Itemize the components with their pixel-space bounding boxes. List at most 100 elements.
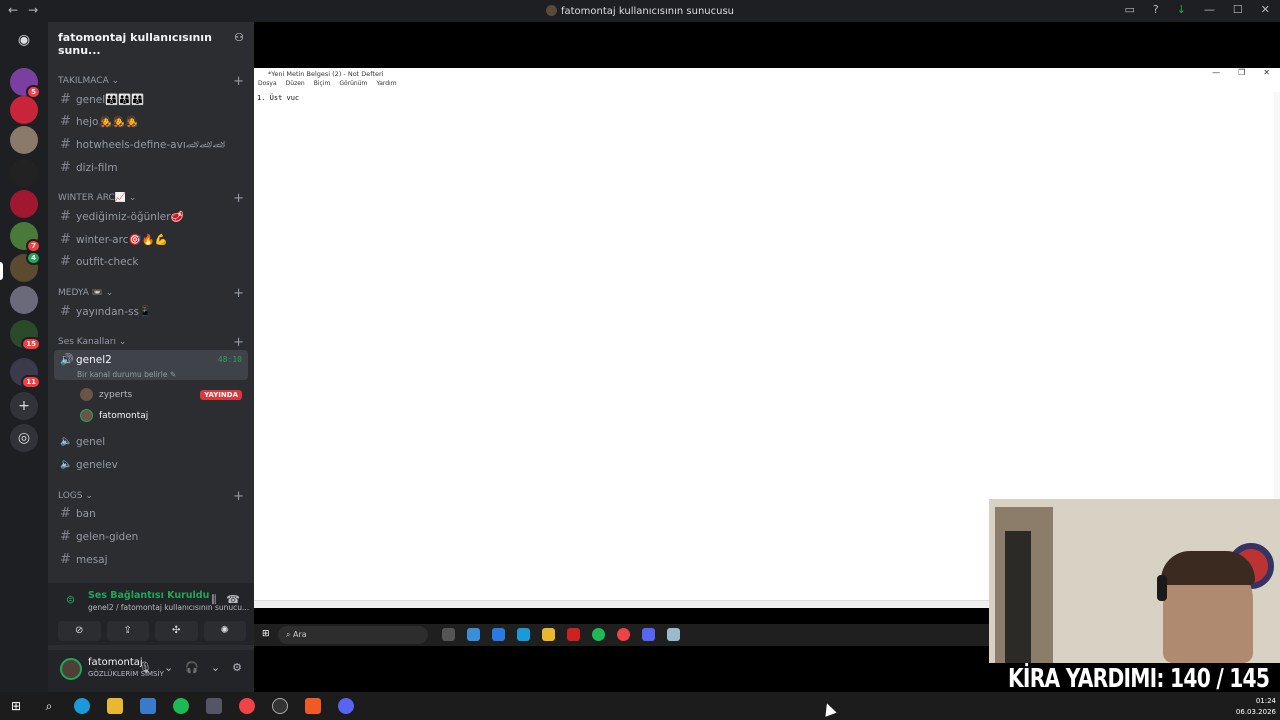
help-icon[interactable]: ?: [1153, 3, 1159, 16]
category-takilmaca[interactable]: TAKILMACA ⌄ +: [58, 74, 244, 89]
server-icon[interactable]: [10, 96, 38, 124]
category-logs[interactable]: LOGS ⌄ +: [58, 489, 244, 504]
gear-icon[interactable]: ⚙: [232, 661, 242, 674]
add-channel-icon[interactable]: +: [233, 489, 244, 504]
avatar: [80, 409, 93, 422]
disconnect-icon[interactable]: ☎: [226, 593, 240, 607]
voice-channel-genelev[interactable]: 🔈 genelev: [54, 455, 248, 475]
add-member-icon[interactable]: ⚇: [234, 31, 244, 45]
server-icon[interactable]: 7: [10, 222, 41, 253]
server-icon[interactable]: [10, 159, 38, 187]
app-icon[interactable]: [140, 698, 156, 714]
inbox-icon[interactable]: ▭: [1124, 3, 1134, 16]
server-icon[interactable]: [10, 286, 38, 314]
minimize-icon[interactable]: —: [1204, 3, 1215, 16]
menu-gorunum: Görünüm: [339, 80, 368, 87]
notepad-menu: Dosya Düzen Biçim Görünüm Yardım: [254, 80, 1280, 90]
user-panel: fatomontaj GÖZLÜKLERİM SİMSİY 🎙 ⌄ 🎧 ⌄ ⚙: [48, 650, 254, 692]
avatar[interactable]: [60, 658, 82, 680]
copilot-icon: [467, 628, 480, 641]
add-channel-icon[interactable]: +: [233, 286, 244, 301]
menu-duzen: Düzen: [285, 80, 305, 87]
search-icon[interactable]: ⌕: [41, 698, 57, 714]
obs-icon[interactable]: [272, 698, 288, 714]
spotify-icon[interactable]: [173, 698, 189, 714]
explore-icon[interactable]: ◎: [10, 424, 38, 452]
add-channel-icon[interactable]: +: [233, 74, 244, 89]
edge-icon[interactable]: [74, 698, 90, 714]
maximize-icon[interactable]: ☐: [1233, 3, 1243, 16]
username[interactable]: fatomontaj: [88, 657, 143, 668]
channel-mesaj[interactable]: # mesaj: [54, 550, 248, 570]
system-clock[interactable]: 01:24 06.03.2026: [1236, 696, 1276, 718]
noise-suppression-icon[interactable]: ⫼: [211, 593, 216, 607]
chrome-icon[interactable]: [239, 698, 255, 714]
screen-share-button[interactable]: ⇪: [106, 621, 149, 641]
category-ses-kanallari[interactable]: Ses Kanalları ⌄ +: [58, 335, 244, 350]
chevron-down-icon[interactable]: ⌄: [164, 661, 173, 674]
unread-badge: 15: [21, 337, 41, 351]
discord-icon[interactable]: [338, 698, 354, 714]
server-header[interactable]: fatomontaj kullanıcısının sunu... ⚇: [48, 22, 254, 57]
channel-dizi-film[interactable]: # dizi-film: [54, 158, 248, 178]
live-badge: YAYINDA: [200, 389, 242, 400]
server-icon[interactable]: [10, 190, 38, 218]
folder-icon: [542, 628, 555, 641]
channel-hejo[interactable]: # hejo🧑‍🎤🧑‍🎤🧑‍🎤: [54, 112, 248, 132]
discord-icon: [642, 628, 655, 641]
activities-button[interactable]: ✣: [155, 621, 198, 641]
chevron-down-icon[interactable]: ⌄: [211, 661, 220, 674]
windows-start-icon[interactable]: ⊞: [8, 698, 24, 714]
channel-status-hint[interactable]: Bir kanal durumu belirle ✎: [77, 370, 176, 379]
category-medya[interactable]: MEDYA 📼 ⌄ +: [58, 286, 244, 301]
server-icon[interactable]: 11: [10, 358, 41, 389]
folder-icon[interactable]: [107, 698, 123, 714]
voice-status[interactable]: Ses Bağlantısı Kuruldu: [88, 590, 209, 601]
signal-icon[interactable]: ⊜: [66, 593, 75, 606]
menu-bicim: Biçim: [313, 80, 331, 87]
discord-home-icon[interactable]: ◉: [10, 26, 38, 54]
close-icon[interactable]: ✕: [1261, 3, 1270, 16]
server-icon: [545, 5, 557, 16]
channel-genel[interactable]: # genel👨‍👩‍👦👨‍👩‍👦👨‍👩‍👦: [54, 90, 248, 110]
server-icon[interactable]: 15: [10, 320, 41, 351]
brave-icon[interactable]: [305, 698, 321, 714]
server-icon[interactable]: 4: [10, 251, 41, 282]
soundboard-button[interactable]: ✺: [203, 621, 246, 641]
voice-channel-genel[interactable]: 🔈 genel: [54, 432, 248, 452]
channel-gelen-giden[interactable]: # gelen-giden: [54, 527, 248, 547]
microphone-icon[interactable]: 🎙: [138, 661, 152, 674]
hash-icon: #: [60, 529, 71, 544]
add-channel-icon[interactable]: +: [233, 335, 244, 350]
server-icon[interactable]: 5: [10, 68, 41, 99]
server-icon[interactable]: [10, 126, 38, 154]
channel-yedigimiz[interactable]: # yediğimiz-öğünler🥩: [54, 207, 248, 227]
stream-view[interactable]: *Yeni Metin Belgesi (2) - Not Defteri — …: [254, 22, 1280, 692]
camera-off-button[interactable]: ⊘: [58, 621, 101, 641]
minimize-icon: —: [1212, 68, 1221, 77]
channel-outfit-check[interactable]: # outfit-check: [54, 252, 248, 272]
notepad-title: *Yeni Metin Belgesi (2) - Not Defteri: [268, 70, 384, 78]
channel-yayindan-ss[interactable]: # yayından-ss📱: [54, 302, 248, 322]
voice-action-buttons: ⊘ ⇪ ✣ ✺: [58, 621, 246, 641]
add-channel-icon[interactable]: +: [233, 191, 244, 206]
notepad-title-bar: *Yeni Metin Belgesi (2) - Not Defteri — …: [254, 68, 1280, 80]
voice-user-zyperts[interactable]: zyperts YAYINDA: [80, 388, 242, 401]
channel-winter-arc[interactable]: # winter-arc🎯🔥💪: [54, 230, 248, 250]
headphones-icon[interactable]: 🎧: [185, 661, 199, 674]
hash-icon: #: [60, 160, 71, 175]
calculator-icon[interactable]: [206, 698, 222, 714]
menu-dosya: Dosya: [258, 80, 277, 87]
category-winter-arc[interactable]: WINTER ARC📈 ⌄ +: [58, 191, 244, 206]
hash-icon: #: [60, 232, 71, 247]
download-icon[interactable]: ↓: [1177, 3, 1186, 16]
add-server-icon[interactable]: +: [10, 392, 38, 420]
avatar: [80, 388, 93, 401]
channel-ban[interactable]: # ban: [54, 504, 248, 524]
voice-user-fatomontaj[interactable]: fatomontaj: [80, 409, 242, 422]
task-view-icon: [442, 628, 455, 641]
channel-hotwheels[interactable]: # hotwheels-define-avı🏎🏎🏎: [54, 135, 248, 155]
hash-icon: #: [60, 92, 71, 107]
opera-icon: [567, 628, 580, 641]
server-name: fatomontaj kullanıcısının sunu...: [58, 31, 212, 57]
